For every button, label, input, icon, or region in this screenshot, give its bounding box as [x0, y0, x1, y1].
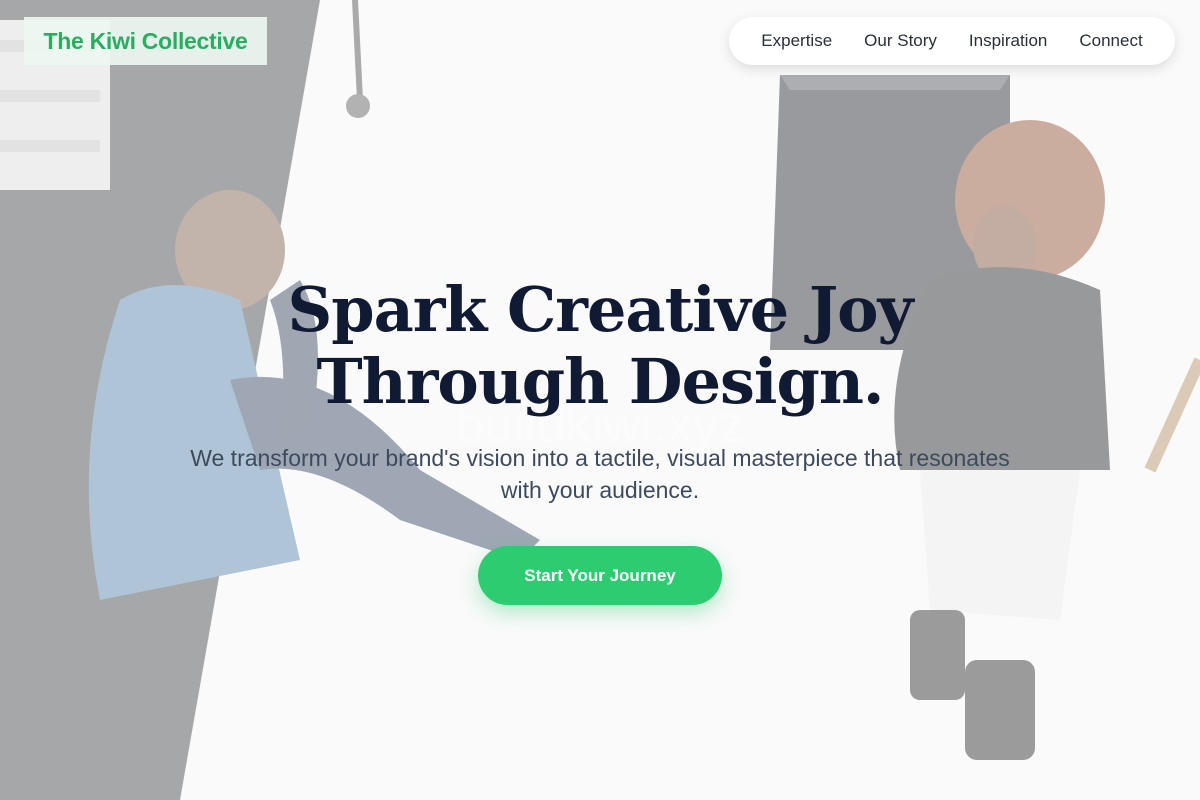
hero-headline-line2: Through Design. [316, 345, 884, 418]
nav-item-expertise[interactable]: Expertise [761, 31, 832, 51]
main-navigation: Expertise Our Story Inspiration Connect [729, 17, 1175, 65]
hero-subtitle: We transform your brand's vision into a … [190, 445, 1010, 503]
brand-logo[interactable]: The Kiwi Collective [24, 17, 267, 65]
hero-section: The Kiwi Collective Expertise Our Story … [0, 0, 1200, 800]
nav-item-our-story[interactable]: Our Story [864, 31, 937, 51]
hero-headline-line1: Spark Creative Joy [287, 273, 913, 346]
nav-item-inspiration[interactable]: Inspiration [969, 31, 1047, 51]
start-journey-button[interactable]: Start Your Journey [478, 546, 722, 605]
hero-headline: Spark Creative Joy Through Design. [0, 274, 1200, 418]
nav-item-connect[interactable]: Connect [1079, 31, 1142, 51]
